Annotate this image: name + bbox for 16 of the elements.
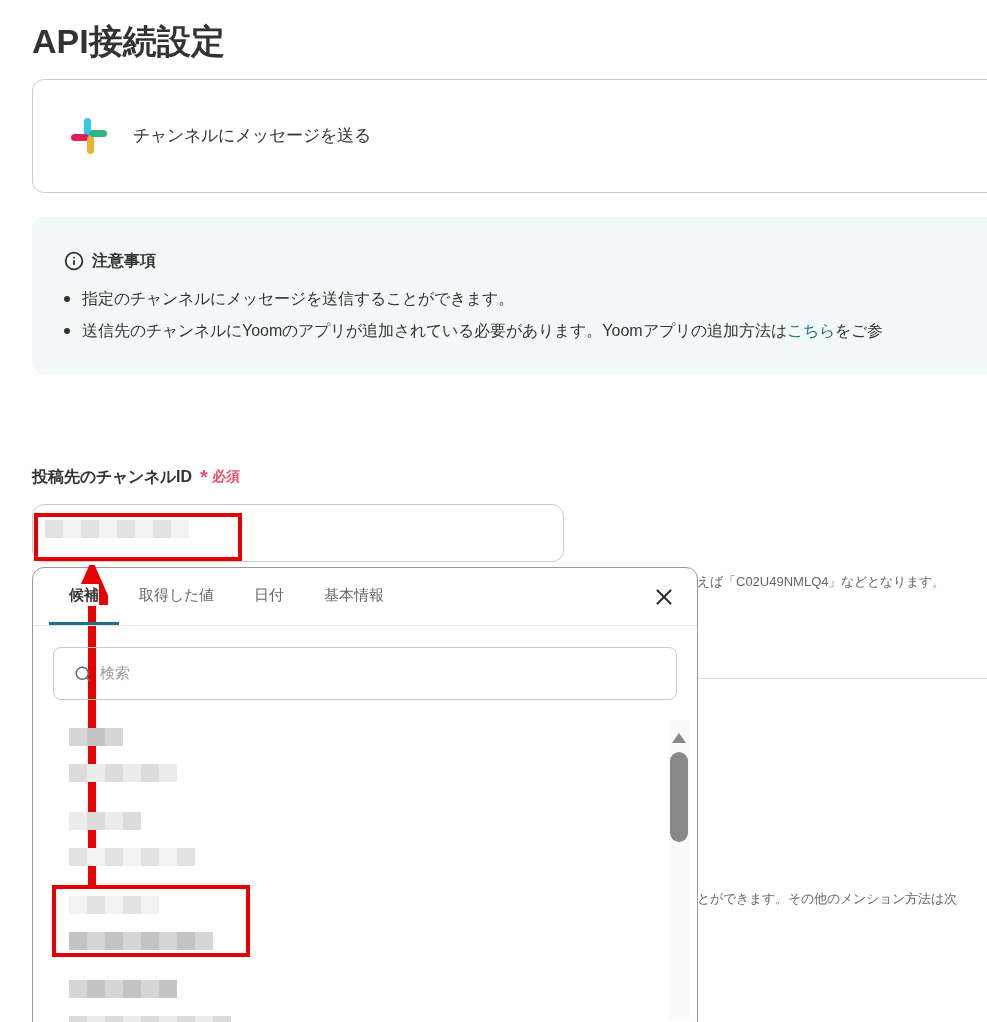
help-link[interactable]: こちら — [786, 321, 835, 339]
required-mark: * — [200, 464, 208, 490]
required-label: 必須 — [211, 467, 240, 486]
field-label: 投稿先のチャンネルID — [32, 466, 192, 487]
search-field[interactable]: 検索 — [53, 647, 677, 700]
search-input[interactable]: 検索 — [100, 662, 656, 685]
mention-hint: とができます。その他のメンション方法は次 — [697, 889, 957, 908]
notice-text: 指定のチャンネルにメッセージを送信することができます。 — [82, 288, 514, 309]
notice-text: 送信先のチャンネルにYoomのアプリが追加されている必要があります。Yoomアプリの追加方法はこちら をご参 — [82, 320, 883, 341]
notice-title: 注意事項 — [92, 250, 156, 271]
action-label: チャンネルにメッセージを送る — [133, 124, 371, 147]
popup-tab[interactable]: 日付 — [234, 568, 304, 625]
field-hint: えば「C02U49NMLQ4」などとなります。 — [697, 572, 946, 591]
popup-tab[interactable]: 基本情報 — [304, 568, 404, 625]
page-title: API接続設定 — [32, 21, 226, 62]
popup-tab[interactable]: 取得した値 — [119, 568, 234, 625]
